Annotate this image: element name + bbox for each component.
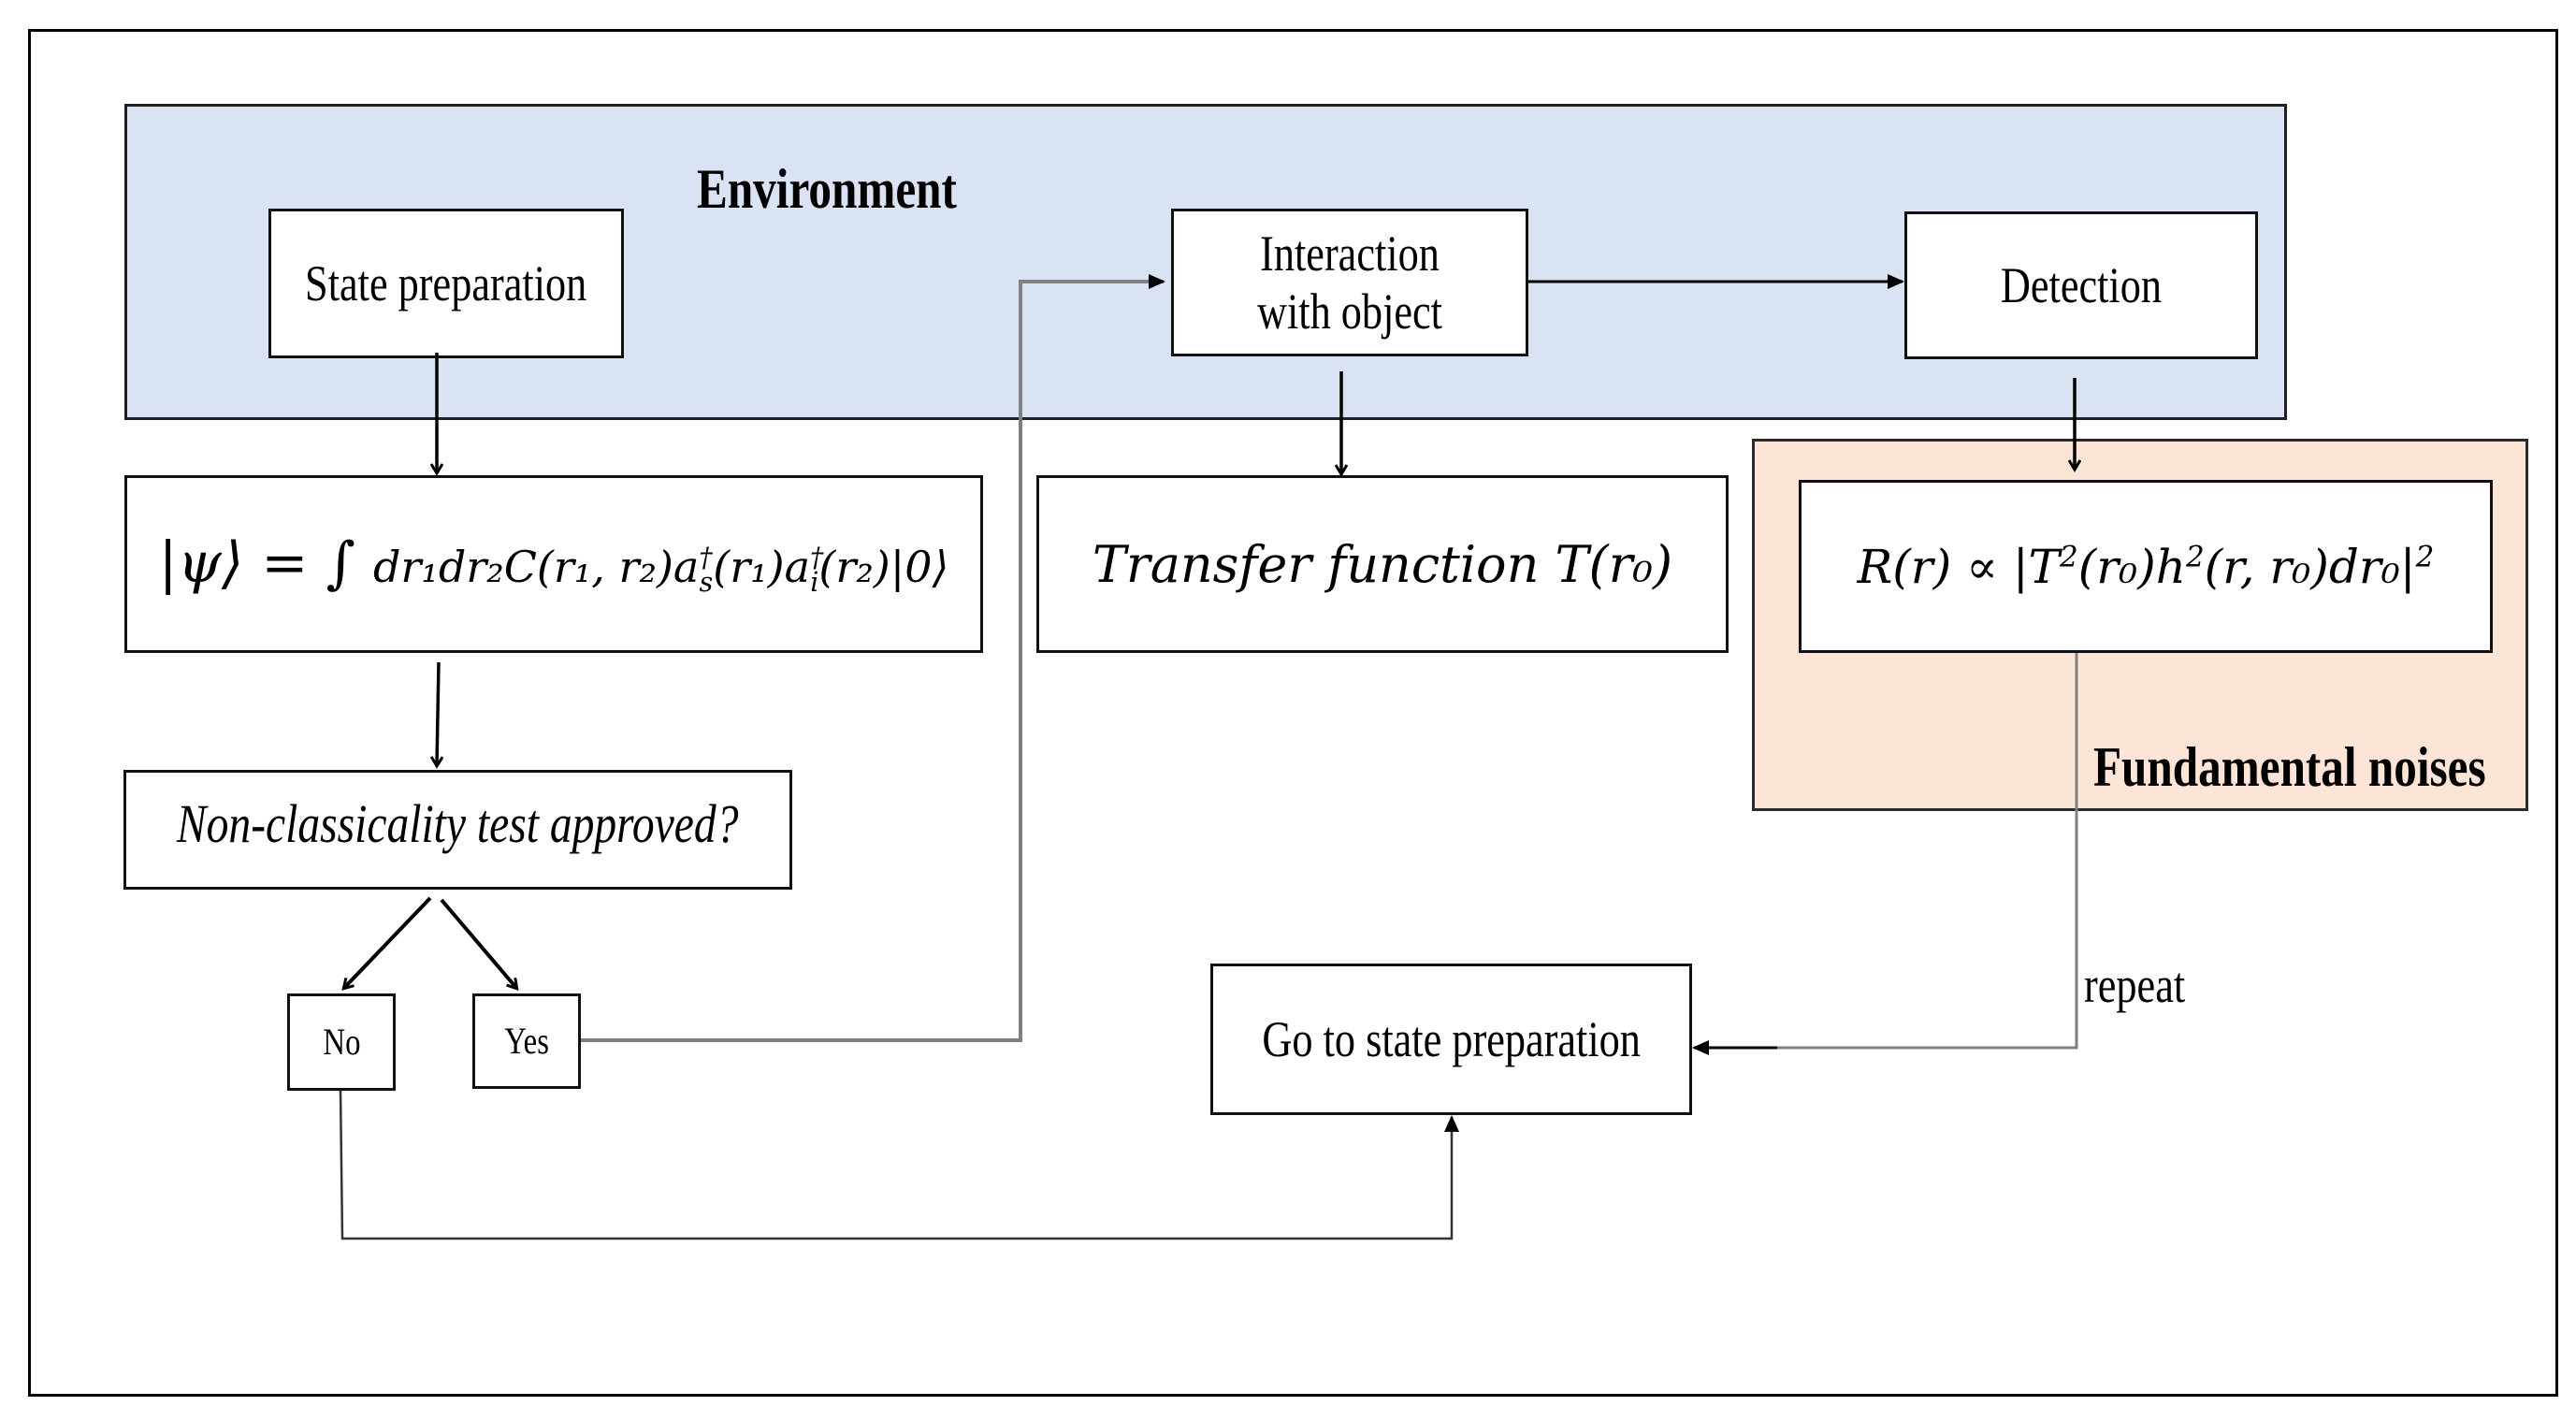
node-transfer-function[interactable]: Transfer function T(r₀) bbox=[1036, 475, 1729, 653]
edge-label-repeat-text: repeat bbox=[2084, 957, 2186, 1013]
node-yes-label: Yes bbox=[504, 1020, 549, 1062]
eq-body: dr₁dr₂C(r₁, r₂)a bbox=[372, 541, 700, 592]
node-detection-label: Detection bbox=[2000, 256, 2163, 313]
node-state-preparation[interactable]: State preparation bbox=[268, 209, 624, 358]
edge-label-repeat: repeat bbox=[2084, 956, 2207, 1014]
node-go-to-label: Go to state preparation bbox=[1262, 1010, 1641, 1067]
resp-b: (r₀)h bbox=[2077, 539, 2186, 594]
eq-s-sub: s bbox=[699, 567, 714, 599]
node-interaction-with-object[interactable]: Interaction with object bbox=[1171, 209, 1528, 356]
eq-mid: (r₁)a bbox=[713, 541, 811, 592]
resp-a: R(r) ∝ |T bbox=[1857, 539, 2061, 594]
environment-label: Environment bbox=[697, 157, 1014, 222]
response-formula: R(r) ∝ |T2(r₀)h2(r, r₀)dr₀|2 bbox=[1858, 540, 2435, 594]
environment-label-text: Environment bbox=[697, 158, 957, 220]
transfer-function-formula: Transfer function T(r₀) bbox=[1092, 534, 1673, 594]
node-go-to-state-preparation[interactable]: Go to state preparation bbox=[1210, 964, 1692, 1115]
node-detection[interactable]: Detection bbox=[1904, 211, 2258, 359]
resp-sup3: 2 bbox=[2415, 539, 2435, 573]
fundamental-noises-label: Fundamental noises bbox=[2093, 735, 2572, 800]
node-yes[interactable]: Yes bbox=[472, 993, 581, 1089]
node-no[interactable]: No bbox=[287, 993, 396, 1091]
non-classicality-label: Non-classicality test approved? bbox=[177, 793, 739, 854]
node-state-preparation-label: State preparation bbox=[305, 254, 587, 312]
node-no-label: No bbox=[322, 1021, 361, 1063]
node-state-equation[interactable]: |ψ⟩ = ∫ dr₁dr₂C(r₁, r₂)a†s(r₁)a†i(r₂)|0⟩ bbox=[124, 475, 983, 653]
fundamental-noises-label-text: Fundamental noises bbox=[2093, 736, 2486, 798]
node-non-classicality-test[interactable]: Non-classicality test approved? bbox=[123, 770, 792, 890]
state-equation-formula: |ψ⟩ = ∫ dr₁dr₂C(r₁, r₂)a†s(r₁)a†i(r₂)|0⟩ bbox=[159, 530, 949, 598]
resp-sup1: 2 bbox=[2060, 539, 2078, 573]
node-interaction-label: Interaction with object bbox=[1256, 225, 1442, 340]
eq-lhs: |ψ⟩ = ∫ bbox=[158, 529, 373, 596]
node-response-formula[interactable]: R(r) ∝ |T2(r₀)h2(r, r₀)dr₀|2 bbox=[1799, 480, 2493, 653]
resp-c: (r, r₀)dr₀| bbox=[2204, 539, 2416, 594]
eq-tail: (r₂)|0⟩ bbox=[818, 541, 949, 592]
resp-sup2: 2 bbox=[2185, 539, 2205, 573]
